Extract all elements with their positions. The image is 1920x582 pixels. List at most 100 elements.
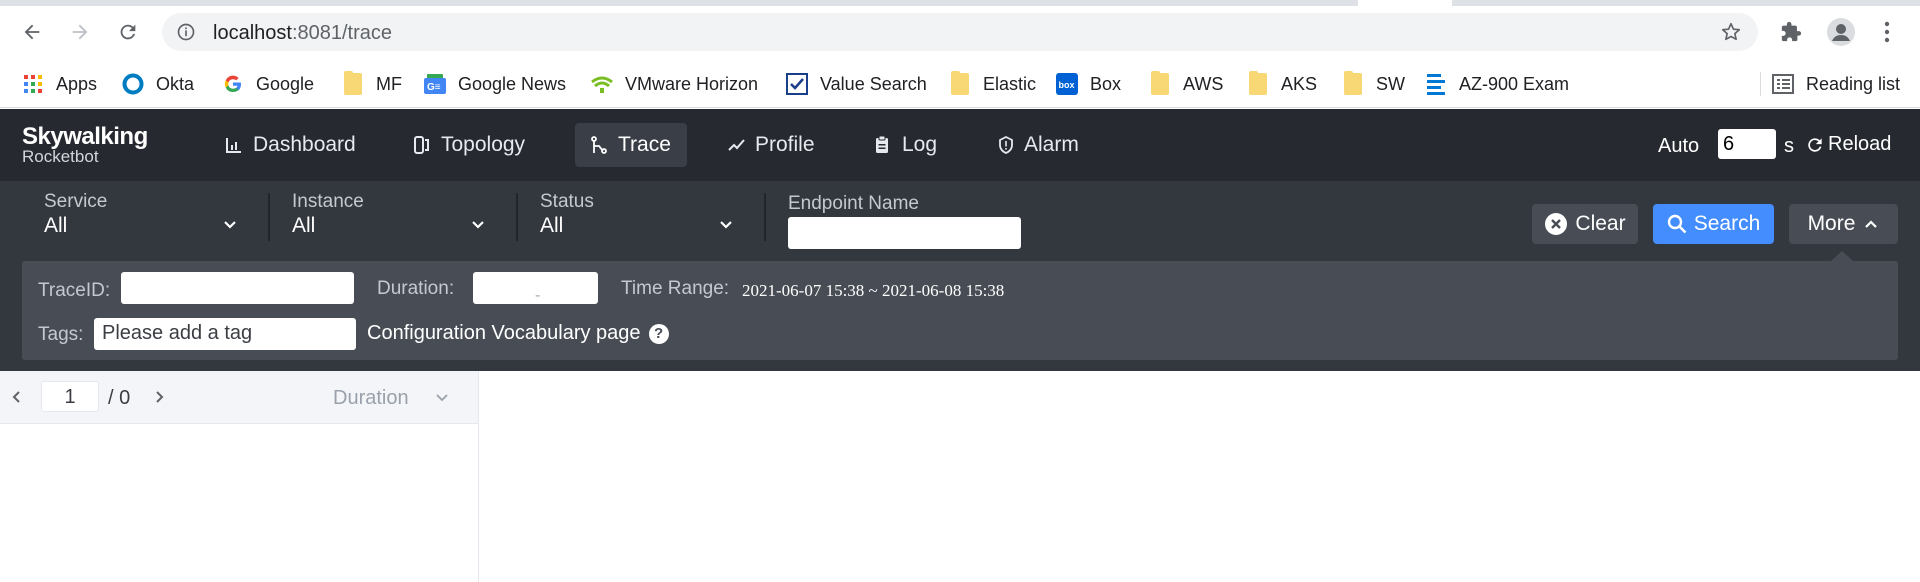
clipboard-icon (875, 136, 893, 154)
bookmark-aks[interactable]: AKS (1247, 71, 1317, 96)
bookmark-elastic[interactable]: Elastic (949, 71, 1037, 96)
reload-icon (1808, 137, 1822, 152)
reload-button[interactable]: Reload (1805, 133, 1891, 156)
chevron-up-icon (1865, 220, 1878, 228)
reading-list-button[interactable]: Reading list (1772, 72, 1900, 96)
bookmark-label: Elastic (983, 73, 1037, 94)
auto-refresh-interval-input[interactable] (1718, 129, 1776, 159)
avatar-icon (1827, 18, 1855, 46)
instance-dropdown[interactable]: Instance All (292, 191, 492, 245)
clear-button[interactable]: Clear (1532, 204, 1638, 244)
nav-alarm[interactable]: Alarm (981, 123, 1095, 167)
trace-list-header: 1 / 0 Duration (0, 371, 478, 424)
forward-button[interactable] (65, 17, 95, 47)
help-icon[interactable]: ? (648, 323, 669, 344)
nav-label: Trace (618, 133, 671, 156)
browser-menu-button[interactable] (1875, 20, 1899, 44)
info-icon[interactable] (176, 22, 196, 42)
tags-label: Tags: (38, 324, 84, 345)
endpoint-name-input[interactable] (788, 217, 1021, 249)
profile-button[interactable] (1826, 17, 1856, 47)
nav-profile[interactable]: Profile (712, 123, 831, 167)
nav-label: Profile (755, 133, 815, 156)
svg-text:box: box (1059, 80, 1075, 90)
nav-log[interactable]: Log (859, 123, 953, 167)
folder-icon (1247, 71, 1269, 95)
alarm-icon (997, 136, 1015, 154)
service-dropdown[interactable]: Service All (44, 191, 244, 245)
bookmark-az-900-exam[interactable]: AZ-900 Exam (1425, 72, 1569, 96)
bookmark-label: MF (376, 73, 402, 94)
sort-by-select[interactable]: Duration (333, 387, 409, 410)
bookmark-label: Apps (56, 73, 98, 94)
reading-list-icon (1772, 73, 1794, 95)
clear-label: Clear (1575, 212, 1626, 235)
bookmark-label: Google News (458, 73, 567, 94)
refresh-button[interactable] (113, 17, 143, 47)
chevron-down-icon (472, 221, 484, 229)
bookmark-label: Okta (156, 73, 195, 94)
list-doc-icon (1425, 73, 1447, 95)
bookmark-box[interactable]: box Box (1056, 72, 1121, 96)
nav-label: Dashboard (253, 133, 356, 156)
auto-refresh-label: Auto (1658, 135, 1700, 157)
google-news-icon: G≡ (424, 73, 446, 95)
chevron-down-icon (224, 221, 236, 229)
bookmark-star-icon[interactable] (1720, 21, 1742, 43)
trace-filter-bar: Service All Instance All Status All Endp… (0, 181, 1920, 371)
nav-topology[interactable]: Topology (398, 123, 541, 167)
search-label: Search (1693, 212, 1761, 235)
bookmark-google[interactable]: Google (222, 72, 314, 96)
traceid-label: TraceID: (38, 280, 111, 301)
status-value: All (540, 214, 564, 237)
chevron-down-icon[interactable] (434, 390, 450, 406)
folder-icon (342, 71, 364, 95)
bookmark-apps[interactable]: Apps (22, 72, 97, 96)
topology-icon (414, 136, 432, 154)
chevron-right-icon[interactable] (152, 390, 166, 404)
extensions-button[interactable] (1779, 20, 1803, 44)
filter-divider (764, 193, 766, 241)
box-icon: box (1056, 73, 1078, 95)
bookmark-sw[interactable]: SW (1342, 71, 1405, 96)
bookmark-aws[interactable]: AWS (1149, 71, 1224, 96)
tags-input[interactable]: Please add a tag (94, 318, 356, 350)
bookmark-mf[interactable]: MF (342, 71, 402, 96)
time-range-label: Time Range: (621, 278, 730, 299)
bookmark-okta[interactable]: Okta (122, 72, 194, 96)
filter-divider (268, 193, 270, 241)
nav-label: Topology (441, 133, 526, 156)
search-button[interactable]: Search (1653, 204, 1774, 244)
chevron-left-icon[interactable] (10, 390, 24, 404)
google-icon (222, 73, 244, 95)
more-filters-button[interactable]: More (1789, 204, 1898, 244)
page-number-input[interactable]: 1 (41, 381, 99, 412)
refresh-icon (120, 24, 136, 40)
trend-icon (728, 136, 746, 154)
back-button[interactable] (17, 17, 47, 47)
bookmark-value-search[interactable]: Value Search (786, 72, 927, 96)
status-dropdown[interactable]: Status All (540, 191, 740, 245)
url-text[interactable]: localhost:8081/trace (213, 22, 392, 45)
forward-arrow-icon (72, 24, 88, 40)
skywalking-logo[interactable]: Skywalking Rocketbot (22, 123, 148, 167)
bookmark-label: AWS (1183, 73, 1224, 94)
time-range-value[interactable]: 2021-06-07 15:38 ~ 2021-06-08 15:38 (742, 281, 1004, 301)
service-label: Service (44, 191, 108, 212)
nav-trace[interactable]: Trace (575, 123, 687, 167)
bookmark-google-news[interactable]: G≡ Google News (424, 72, 566, 96)
panel-pointer (1831, 251, 1853, 261)
app-header: Skywalking Rocketbot Dashboard Topology … (0, 109, 1920, 181)
back-arrow-icon (24, 24, 40, 40)
nav-dashboard[interactable]: Dashboard (210, 123, 372, 167)
configuration-vocabulary-link[interactable]: Configuration Vocabulary page ? (367, 322, 669, 345)
bookmark-label: VMware Horizon (625, 73, 759, 94)
bookmark-label: AZ-900 Exam (1459, 73, 1570, 94)
chevron-down-icon (720, 221, 732, 229)
address-bar[interactable]: localhost:8081/trace (162, 13, 1758, 51)
bookmark-vmware-horizon[interactable]: VMware Horizon (591, 72, 758, 96)
reading-list-label: Reading list (1806, 73, 1901, 94)
traceid-input[interactable] (121, 272, 354, 304)
bookmark-label: Value Search (820, 73, 927, 94)
trace-list-pane: 1 / 0 Duration (0, 371, 479, 582)
